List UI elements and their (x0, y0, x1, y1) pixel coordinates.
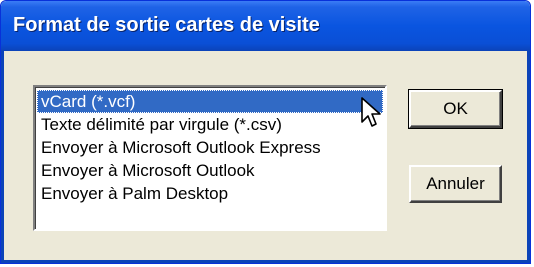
list-item-vcard[interactable]: vCard (*.vcf) (37, 90, 383, 113)
list-item-csv[interactable]: Texte délimité par virgule (*.csv) (37, 113, 383, 136)
cancel-button[interactable]: Annuler (409, 165, 502, 203)
list-item-outlook[interactable]: Envoyer à Microsoft Outlook (37, 159, 383, 182)
list-item-outlook-express[interactable]: Envoyer à Microsoft Outlook Express (37, 136, 383, 159)
window-title: Format de sortie cartes de visite (13, 14, 320, 36)
title-bar[interactable]: Format de sortie cartes de visite (1, 1, 530, 51)
ok-button[interactable]: OK (408, 89, 503, 129)
arrow-cursor-icon (361, 97, 381, 127)
list-item-palm-desktop[interactable]: Envoyer à Palm Desktop (37, 182, 383, 205)
output-format-listbox[interactable]: vCard (*.vcf) Texte délimité par virgule… (33, 85, 387, 231)
